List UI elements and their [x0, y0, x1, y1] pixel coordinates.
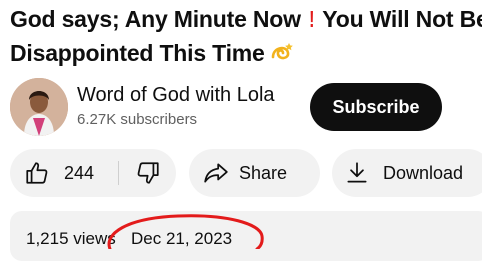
video-title: God says; Any Minute Now ! You Will Not …: [10, 2, 482, 70]
download-button[interactable]: Download: [332, 149, 482, 197]
channel-row: Word of God with Lola 6.27K subscribers …: [10, 78, 482, 138]
exclamation-emoji: !: [309, 6, 315, 32]
video-title-line-1: God says; Any Minute Now ! You Will Not …: [10, 2, 482, 36]
channel-avatar[interactable]: [10, 78, 68, 136]
subscribe-button[interactable]: Subscribe: [310, 83, 442, 131]
thumbs-down-icon: [137, 162, 159, 184]
channel-name[interactable]: Word of God with Lola: [77, 83, 275, 107]
red-annotation-circle: [107, 214, 264, 249]
video-title-line-2: Disappointed This Time: [10, 36, 482, 70]
like-count: 244: [64, 163, 95, 183]
download-icon: [347, 162, 367, 183]
dizzy-emoji-icon: [269, 38, 293, 72]
like-dislike-segment: 244: [10, 149, 176, 197]
like-button[interactable]: 244: [10, 149, 118, 197]
dislike-button[interactable]: [119, 149, 176, 197]
subscriber-count: 6.27K subscribers: [77, 111, 198, 128]
share-icon: [204, 163, 228, 183]
share-label: Share: [239, 162, 288, 183]
download-label: Download: [383, 162, 464, 183]
thumbs-up-icon: [26, 162, 48, 184]
share-button[interactable]: Share: [189, 149, 320, 197]
